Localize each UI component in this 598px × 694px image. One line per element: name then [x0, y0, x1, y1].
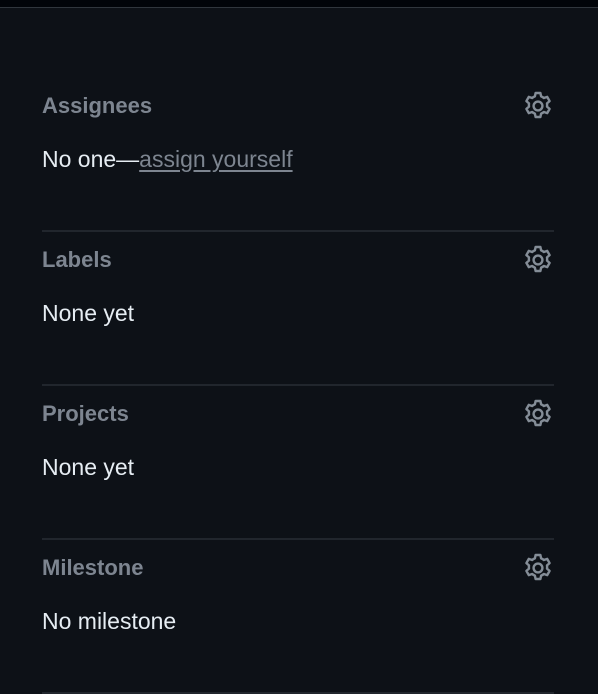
- labels-value: None yet: [42, 300, 135, 326]
- projects-value: None yet: [42, 454, 135, 480]
- assignees-heading: Assignees: [42, 93, 153, 118]
- issue-sidebar: Assignees No one—assign yourself Labels …: [42, 78, 554, 694]
- labels-section: Labels None yet: [42, 232, 554, 386]
- milestone-section: Milestone No milestone: [42, 540, 554, 694]
- assign-yourself-link[interactable]: assign yourself: [139, 146, 292, 172]
- milestone-value: No milestone: [42, 608, 177, 634]
- labels-heading: Labels: [42, 247, 112, 272]
- gear-icon[interactable]: [522, 398, 554, 430]
- projects-heading: Projects: [42, 401, 129, 426]
- assignees-empty-text: No one—: [42, 146, 140, 172]
- milestone-heading: Milestone: [42, 555, 144, 580]
- gear-icon[interactable]: [522, 90, 554, 122]
- assignees-value: No one—assign yourself: [42, 144, 293, 174]
- top-border: [0, 0, 598, 8]
- gear-icon[interactable]: [522, 552, 554, 584]
- projects-section: Projects None yet: [42, 386, 554, 540]
- gear-icon[interactable]: [522, 244, 554, 276]
- assignees-section: Assignees No one—assign yourself: [42, 78, 554, 232]
